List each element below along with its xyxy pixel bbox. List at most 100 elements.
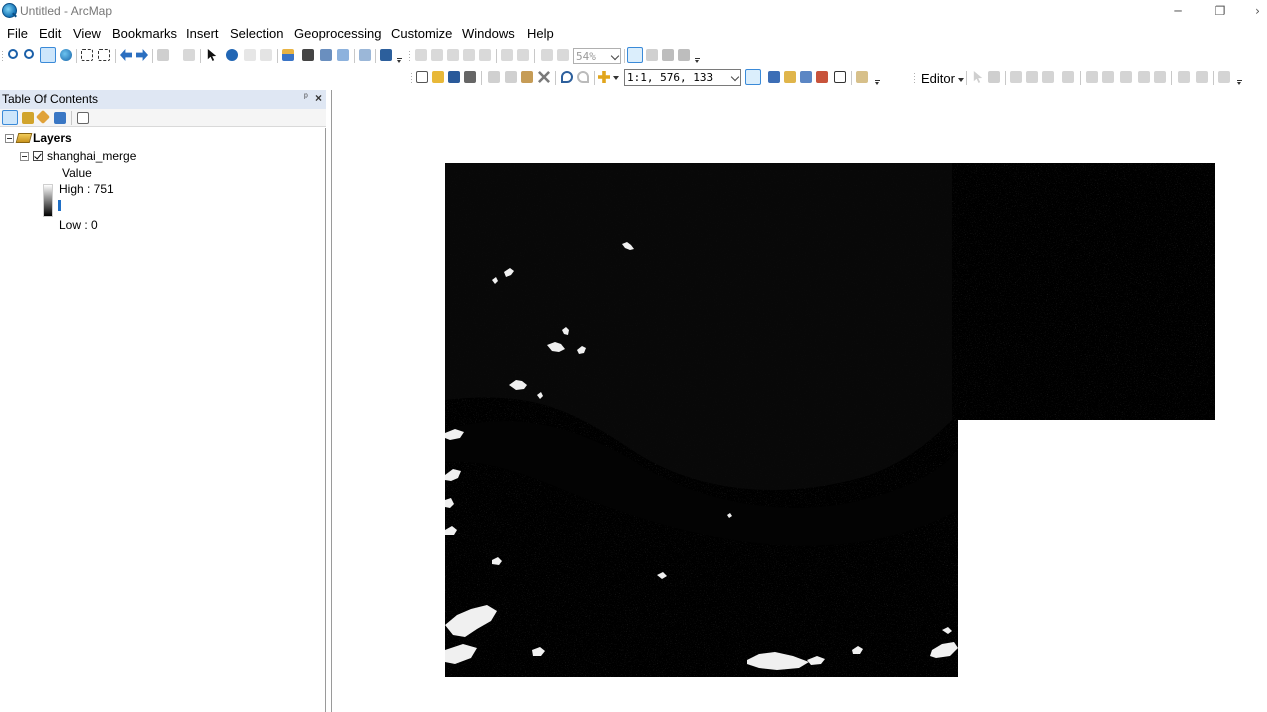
menu-file[interactable]: File [7,26,28,41]
point-icon[interactable] [1062,71,1074,83]
map-display[interactable] [332,90,1267,712]
editor-menu-label[interactable]: Editor [921,71,955,86]
zoom-out-icon[interactable] [24,49,34,59]
menu-windows[interactable]: Windows [462,26,515,41]
toggle-draft-mode-icon[interactable] [627,47,643,63]
toolbar-grip[interactable] [913,72,916,85]
data-frame-label[interactable]: Layers [33,131,72,145]
find-binoculars-icon[interactable] [302,49,314,61]
split-icon[interactable] [1138,71,1150,83]
menu-insert[interactable]: Insert [186,26,219,41]
trace-icon[interactable] [1042,71,1054,83]
list-by-source-icon[interactable] [22,112,34,124]
print-icon[interactable] [464,71,476,83]
previous-extent-layout-icon[interactable] [541,49,553,61]
toolbar-grip[interactable] [410,72,413,85]
editor-dropdown-icon[interactable] [958,78,964,82]
reshape-feature-icon[interactable] [1102,71,1114,83]
toolbar-grip[interactable] [1,50,4,63]
editor-toolbar-toggle-icon[interactable] [745,69,761,85]
arctoolbox-icon[interactable] [816,71,828,83]
undo-icon[interactable] [561,71,573,83]
create-viewer-window-icon[interactable] [359,49,371,61]
cut-polygons-icon[interactable] [1120,71,1132,83]
sketch-properties-icon[interactable] [1196,71,1208,83]
attributes-icon[interactable] [1178,71,1190,83]
forward-arrow-icon[interactable] [136,49,148,61]
measure-ruler-icon[interactable] [282,49,294,61]
menu-view[interactable]: View [73,26,101,41]
layer-visibility-checkbox[interactable] [33,151,43,161]
layer-name[interactable]: shanghai_merge [47,149,136,163]
redo-icon[interactable] [577,71,589,83]
menu-customize[interactable]: Customize [391,26,452,41]
catalog-window-icon[interactable] [784,71,796,83]
toolbar-overflow-icon[interactable] [1237,80,1242,86]
layout-pan-icon[interactable] [447,49,459,61]
menu-bookmarks[interactable]: Bookmarks [112,26,177,41]
restore-button[interactable]: ❐ [1205,2,1235,20]
endpoint-arc-icon[interactable] [1026,71,1038,83]
menu-geoprocessing[interactable]: Geoprocessing [294,26,381,41]
menu-help[interactable]: Help [527,26,554,41]
toc-close-button[interactable]: × [315,91,322,105]
select-elements-pointer-icon[interactable] [207,49,217,61]
paste-icon[interactable] [521,71,533,83]
layout-zoom-combo[interactable]: 54% [573,48,621,64]
layout-zoom-in-icon[interactable] [415,49,427,61]
fixed-zoom-in-icon[interactable] [81,49,93,61]
clear-selection-icon[interactable] [183,49,195,61]
list-by-visibility-icon[interactable] [35,109,51,125]
swipe-layer-icon[interactable] [380,49,392,61]
close-window-button[interactable]: › [1248,2,1267,20]
change-layout-icon[interactable] [662,49,674,61]
identify-info-icon[interactable] [226,49,238,61]
zoom-100-percent-icon[interactable] [479,49,491,61]
auto-hide-pin-icon[interactable]: ᵖ [304,92,308,103]
back-arrow-icon[interactable] [120,49,132,61]
save-disk-icon[interactable] [448,71,460,83]
create-features-icon[interactable] [1218,71,1230,83]
list-by-drawing-order-icon[interactable] [2,110,18,125]
full-extent-globe-icon[interactable] [60,49,72,61]
python-window-icon[interactable] [834,71,846,83]
stretched-color-ramp[interactable] [43,184,53,217]
table-of-contents-window-icon[interactable] [768,71,780,83]
data-driven-pages-icon[interactable] [678,49,690,61]
fixed-layout-zoom-out-icon[interactable] [517,49,529,61]
pan-hand-icon[interactable] [40,47,56,63]
rotate-icon[interactable] [1154,71,1166,83]
new-document-icon[interactable] [416,71,428,83]
toolbar-grip[interactable] [408,50,411,63]
edit-annotation-tool-icon[interactable] [988,71,1000,83]
copy-icon[interactable] [505,71,517,83]
html-popup-icon[interactable] [260,49,272,61]
minimize-button[interactable]: ─ [1163,2,1193,20]
straight-segment-icon[interactable] [1010,71,1022,83]
edit-vertices-icon[interactable] [1086,71,1098,83]
zoom-whole-page-icon[interactable] [463,49,475,61]
toc-options-icon[interactable] [77,112,89,124]
toolbar-overflow-icon[interactable] [695,58,700,64]
toolbar-overflow-icon[interactable] [397,58,402,64]
fixed-layout-zoom-in-icon[interactable] [501,49,513,61]
layer-collapse-toggle[interactable] [20,152,29,161]
edit-tool-icon[interactable] [973,71,983,83]
zoom-in-icon[interactable] [8,49,18,59]
search-window-icon[interactable] [800,71,812,83]
open-folder-icon[interactable] [432,71,444,83]
layers-collapse-toggle[interactable] [5,134,14,143]
modelbuilder-icon[interactable] [856,71,868,83]
delete-x-icon[interactable] [538,71,550,83]
cut-scissors-icon[interactable] [488,71,500,83]
next-extent-layout-icon[interactable] [557,49,569,61]
hyperlink-icon[interactable] [244,49,256,61]
add-data-icon[interactable] [598,71,610,83]
map-scale-combo[interactable]: 1:1, 576, 133 [624,69,741,86]
select-features-icon[interactable] [157,49,169,61]
focus-data-frame-icon[interactable] [646,49,658,61]
go-to-xy-icon[interactable] [320,49,332,61]
fixed-zoom-out-icon[interactable] [98,49,110,61]
time-slider-icon[interactable] [337,49,349,61]
list-by-selection-icon[interactable] [54,112,66,124]
